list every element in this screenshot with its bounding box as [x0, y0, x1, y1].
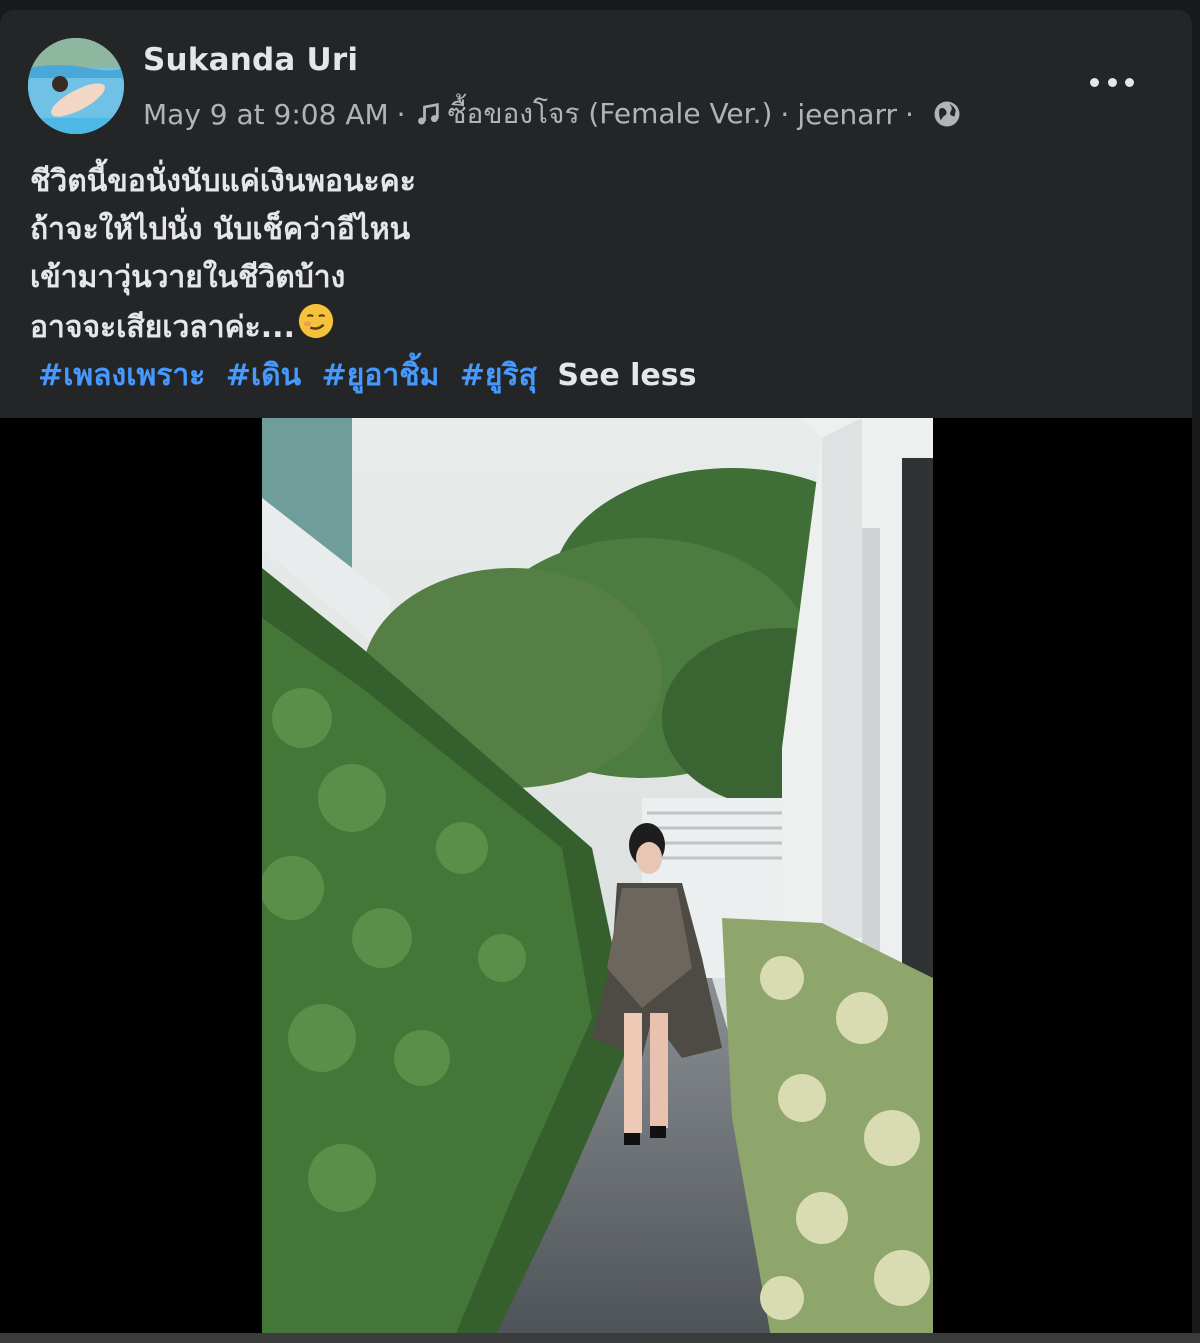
- meta-separator: ·: [905, 97, 914, 131]
- post-timestamp[interactable]: May 9 at 9:08 AM: [143, 98, 389, 131]
- hashtag-link[interactable]: #ยูอาชิ้ม: [322, 358, 440, 393]
- smirk-emoji-icon: [297, 302, 335, 355]
- song-artist[interactable]: jeenarr: [797, 98, 897, 131]
- more-options-icon[interactable]: [1090, 70, 1134, 94]
- bottom-divider: [0, 1333, 1200, 1343]
- post-text-line: ชีวิตนี้ขอนั่งนับแค่เงินพอนะคะ: [30, 164, 416, 199]
- avatar[interactable]: [28, 38, 124, 134]
- post-card: Sukanda Uri May 9 at 9:08 AM · ซื้อของโจ…: [0, 10, 1192, 1343]
- post-text-line: ถ้าจะให้ไปนั่ง นับเช็คว่าอีไหน: [30, 212, 411, 247]
- post-text-line-last: อาจจะเสียเวลาค่ะ...: [30, 302, 416, 350]
- meta-separator: ·: [780, 97, 790, 131]
- song-title[interactable]: ซื้อของโจร (Female Ver.): [448, 92, 773, 136]
- hashtag-link[interactable]: #เพลงเพราะ: [38, 358, 205, 393]
- music-note-icon: [414, 100, 442, 128]
- hashtag-link[interactable]: #ยูริสุ: [460, 358, 537, 393]
- hashtag-line: #เพลงเพราะ #เดิน #ยูอาชิ้ม #ยูริสุ See l…: [38, 352, 696, 400]
- post-header: Sukanda Uri May 9 at 9:08 AM · ซื้อของโจ…: [0, 10, 1192, 134]
- see-less-link[interactable]: See less: [557, 358, 696, 393]
- post-text-line: เข้ามาวุ่นวายในชีวิตบ้าง: [30, 260, 346, 295]
- globe-icon[interactable]: [932, 99, 962, 129]
- post-meta: May 9 at 9:08 AM · ซื้อของโจร (Female Ve…: [143, 92, 962, 136]
- author-name[interactable]: Sukanda Uri: [143, 42, 358, 78]
- post-text-line: อาจจะเสียเวลาค่ะ...: [30, 310, 295, 345]
- video-frame[interactable]: [262, 418, 933, 1343]
- post-text: ชีวิตนี้ขอนั่งนับแค่เงินพอนะคะ ถ้าจะให้ไ…: [30, 158, 416, 350]
- hashtag-link[interactable]: #เดิน: [226, 358, 301, 393]
- meta-separator: ·: [396, 97, 406, 131]
- video-player[interactable]: [0, 418, 1192, 1343]
